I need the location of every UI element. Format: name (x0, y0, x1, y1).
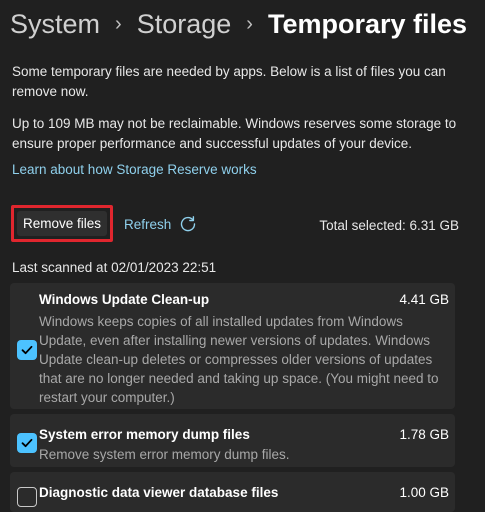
reserve-text: Up to 109 MB may not be reclaimable. Win… (12, 116, 457, 151)
item-title: System error memory dump files (39, 427, 250, 442)
list-item[interactable]: Windows Update Clean-up 4.41 GB Windows … (10, 283, 455, 409)
breadcrumb-item-storage[interactable]: Storage (137, 9, 232, 40)
item-size: 1.00 GB (399, 485, 449, 500)
checkmark-icon (21, 345, 33, 355)
checkbox-diagnostic-data-viewer[interactable] (17, 487, 37, 507)
refresh-icon (181, 216, 196, 232)
list-item[interactable]: System error memory dump files 1.78 GB R… (10, 414, 455, 467)
breadcrumb-item-system[interactable]: System (10, 9, 100, 40)
last-scanned: Last scanned at 02/01/2023 22:51 (12, 260, 217, 275)
item-title: Diagnostic data viewer database files (39, 485, 279, 500)
checkmark-icon (21, 438, 33, 448)
chevron-right-icon: › (246, 12, 253, 35)
remove-files-button[interactable]: Remove files (17, 211, 107, 236)
page-title: Temporary files (267, 8, 468, 39)
item-size: 1.78 GB (399, 427, 449, 442)
item-size: 4.41 GB (399, 292, 449, 307)
remove-files-highlight: Remove files (11, 205, 113, 242)
list-item[interactable]: Diagnostic data viewer database files 1.… (10, 472, 455, 512)
storage-reserve-link[interactable]: Learn about how Storage Reserve works (12, 162, 257, 177)
item-description: Remove system error memory dump files. (39, 447, 290, 462)
item-description: Windows keeps copies of all installed up… (39, 314, 439, 405)
intro-text: Some temporary files are needed by apps.… (12, 64, 446, 99)
breadcrumb: System › Storage › Temporary files (10, 4, 467, 44)
chevron-right-icon: › (115, 12, 122, 35)
refresh-label: Refresh (124, 216, 172, 232)
refresh-button[interactable]: Refresh (124, 215, 197, 233)
item-title: Windows Update Clean-up (39, 292, 210, 307)
checkbox-windows-update-cleanup[interactable] (17, 340, 37, 360)
checkbox-system-error-memory-dump[interactable] (17, 433, 37, 453)
total-selected: Total selected: 6.31 GB (319, 218, 459, 233)
